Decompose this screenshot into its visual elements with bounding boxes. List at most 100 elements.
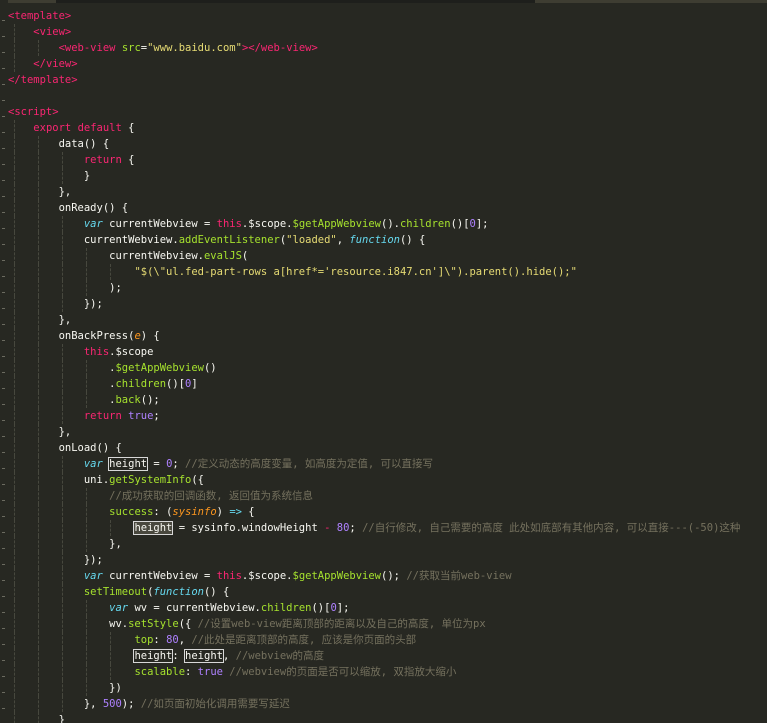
code-token: setStyle bbox=[128, 618, 179, 630]
indent-guide bbox=[14, 264, 15, 280]
code-line[interactable]: currentWebview.evalJS( bbox=[0, 248, 767, 264]
indent-guide bbox=[14, 440, 15, 456]
code-line[interactable]: var height = 0; //定义动态的高度变量, 如高度为定值, 可以直… bbox=[0, 456, 767, 472]
code-line[interactable]: .children()[0] bbox=[0, 376, 767, 392]
indent-guide bbox=[38, 472, 39, 488]
code-line[interactable] bbox=[0, 88, 767, 104]
code-line[interactable]: //成功获取的回调函数, 返回值为系统信息 bbox=[0, 488, 767, 504]
indent-guide bbox=[14, 696, 15, 712]
code-token: "loaded" bbox=[286, 234, 337, 246]
code-line[interactable]: onLoad() { bbox=[0, 440, 767, 456]
code-token: .$scope. bbox=[241, 218, 293, 230]
code-line[interactable]: export default { bbox=[0, 120, 767, 136]
code-token: //此处是距离顶部的高度, 应该是你页面的头部 bbox=[191, 634, 417, 646]
indent-guide bbox=[38, 344, 39, 360]
indent-guide bbox=[62, 216, 63, 232]
code-line[interactable]: <web-view src="www.baidu.com"></web-view… bbox=[0, 40, 767, 56]
code-line[interactable]: </template> bbox=[0, 72, 767, 88]
code-token: function bbox=[153, 586, 204, 598]
code-line[interactable]: onBackPress(e) { bbox=[0, 328, 767, 344]
indent-guide bbox=[86, 488, 87, 504]
code-token: currentWebview = bbox=[102, 570, 217, 582]
indent-guide bbox=[14, 536, 15, 552]
indent-guide bbox=[38, 264, 39, 280]
code-line[interactable]: } bbox=[0, 168, 767, 184]
indent-guide bbox=[14, 392, 15, 408]
indent-guide bbox=[38, 136, 39, 152]
code-line[interactable]: }, bbox=[0, 312, 767, 328]
code-line[interactable]: }, bbox=[0, 424, 767, 440]
code-token: }, bbox=[8, 698, 103, 710]
code-line[interactable]: }, bbox=[0, 536, 767, 552]
code-line[interactable]: top: 80, //此处是距离顶部的高度, 应该是你页面的头部 bbox=[0, 632, 767, 648]
code-line[interactable]: uni.getSystemInfo({ bbox=[0, 472, 767, 488]
code-token: (); bbox=[140, 394, 160, 406]
indent-guide bbox=[14, 24, 15, 40]
code-token: this bbox=[216, 218, 242, 230]
code-line[interactable]: height: height, //webview的高度 bbox=[0, 648, 767, 664]
code-line[interactable]: return { bbox=[0, 152, 767, 168]
code-line[interactable]: this.$scope bbox=[0, 344, 767, 360]
indent-guide bbox=[14, 520, 15, 536]
code-line[interactable]: currentWebview.addEventListener("loaded"… bbox=[0, 232, 767, 248]
code-line[interactable]: data() { bbox=[0, 136, 767, 152]
indent-guide bbox=[38, 328, 39, 344]
code-area[interactable]: <template> <view> <web-view src="www.bai… bbox=[0, 8, 767, 723]
code-line[interactable]: } bbox=[0, 712, 767, 723]
indent-guide bbox=[14, 328, 15, 344]
code-line[interactable]: var currentWebview = this.$scope.$getApp… bbox=[0, 216, 767, 232]
code-line[interactable]: <view> bbox=[0, 24, 767, 40]
code-token: { bbox=[121, 154, 135, 166]
code-line[interactable]: .back(); bbox=[0, 392, 767, 408]
code-line[interactable]: </view> bbox=[0, 56, 767, 72]
code-line[interactable]: setTimeout(function() { bbox=[0, 584, 767, 600]
code-line[interactable]: ); bbox=[0, 280, 767, 296]
code-token: //webview的高度 bbox=[235, 650, 325, 662]
indent-guide bbox=[86, 248, 87, 264]
code-token: wv = currentWebview. bbox=[128, 602, 261, 614]
code-token: currentWebview = bbox=[102, 218, 217, 230]
code-line[interactable]: }); bbox=[0, 552, 767, 568]
code-line[interactable]: var wv = currentWebview.children()[0]; bbox=[0, 600, 767, 616]
code-token: () bbox=[203, 362, 217, 374]
code-token: 500 bbox=[102, 698, 122, 710]
indent-guide bbox=[62, 280, 63, 296]
code-line[interactable]: <script> bbox=[0, 104, 767, 120]
code-token: onBackPress( bbox=[8, 330, 135, 342]
code-line[interactable]: .$getAppWebview() bbox=[0, 360, 767, 376]
code-line[interactable]: onReady() { bbox=[0, 200, 767, 216]
indent-guide bbox=[14, 56, 15, 72]
code-line[interactable]: }) bbox=[0, 680, 767, 696]
code-token: data() { bbox=[8, 138, 110, 150]
code-token: var bbox=[83, 458, 103, 470]
code-line[interactable]: height = sysinfo.windowHeight - 80; //自行… bbox=[0, 520, 767, 536]
indent-guide bbox=[38, 296, 39, 312]
indent-guide bbox=[14, 424, 15, 440]
indent-guide bbox=[38, 200, 39, 216]
indent-guide bbox=[62, 296, 63, 312]
code-line[interactable]: var currentWebview = this.$scope.$getApp… bbox=[0, 568, 767, 584]
code-line[interactable]: success: (sysinfo) => { bbox=[0, 504, 767, 520]
code-line[interactable]: }, bbox=[0, 184, 767, 200]
indent-guide bbox=[38, 376, 39, 392]
code-line[interactable]: wv.setStyle({ //设置web-view距离顶部的距离以及自己的高度… bbox=[0, 616, 767, 632]
code-line[interactable]: }); bbox=[0, 296, 767, 312]
code-token: top bbox=[134, 634, 154, 646]
indent-guide bbox=[62, 264, 63, 280]
indent-guide bbox=[62, 520, 63, 536]
indent-guide bbox=[14, 664, 15, 680]
code-line[interactable]: <template> bbox=[0, 8, 767, 24]
code-line[interactable]: return true; bbox=[0, 408, 767, 424]
code-token: } bbox=[8, 170, 91, 182]
indent-guide bbox=[14, 600, 15, 616]
code-token: <template bbox=[8, 10, 65, 22]
indent-guide bbox=[14, 632, 15, 648]
code-token: //webview的页面是否可以缩放, 双指放大缩小 bbox=[229, 666, 457, 678]
indent-guide bbox=[86, 680, 87, 696]
code-line[interactable]: }, 500); //如页面初始化调用需要写延迟 bbox=[0, 696, 767, 712]
code-token: "$(\"ul.fed-part-rows a[href*='resource.… bbox=[134, 266, 577, 278]
code-editor[interactable]: <template> <view> <web-view src="www.bai… bbox=[0, 0, 767, 723]
code-line[interactable]: "$(\"ul.fed-part-rows a[href*='resource.… bbox=[0, 264, 767, 280]
code-line[interactable]: scalable: true //webview的页面是否可以缩放, 双指放大缩… bbox=[0, 664, 767, 680]
